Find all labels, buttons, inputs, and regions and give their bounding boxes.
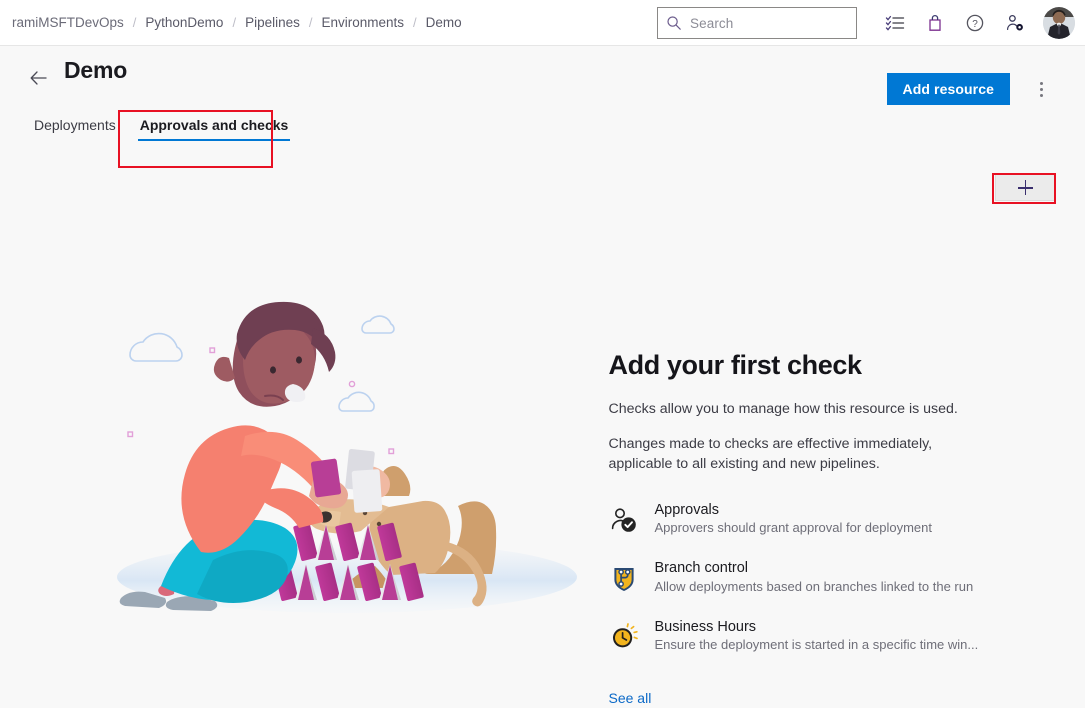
- help-question-icon[interactable]: ?: [958, 6, 992, 40]
- empty-state-paragraph-1: Checks allow you to manage how this reso…: [609, 399, 969, 420]
- see-all-link[interactable]: See all: [609, 690, 652, 706]
- search-icon: [666, 15, 682, 31]
- kebab-dot: [1040, 94, 1043, 97]
- svg-text:?: ?: [972, 19, 978, 30]
- approvals-person-check-icon: [609, 505, 639, 535]
- check-type-description: Approvers should grant approval for depl…: [655, 520, 933, 535]
- check-type-name: Business Hours: [655, 619, 757, 635]
- breadcrumb-item-project[interactable]: PythonDemo: [137, 0, 231, 46]
- top-header-bar: ramiMSFTDevOps / PythonDemo / Pipelines …: [0, 0, 1085, 46]
- add-resource-button[interactable]: Add resource: [887, 73, 1010, 105]
- card-house-person-dog-illustration: [117, 284, 587, 684]
- search-input[interactable]: Search: [657, 7, 857, 39]
- check-type-name: Approvals: [655, 502, 719, 518]
- search-placeholder: Search: [690, 16, 733, 31]
- business-hours-clock-icon: [609, 622, 639, 652]
- page-body: Demo Add resource Deployments Approvals …: [0, 47, 1085, 689]
- user-settings-icon[interactable]: [998, 6, 1032, 40]
- check-type-text: Business Hours Ensure the deployment is …: [655, 618, 969, 654]
- kebab-dot: [1040, 82, 1043, 85]
- page-header: Demo Add resource: [0, 47, 1085, 109]
- tab-list: Deployments Approvals and checks: [22, 107, 300, 145]
- tab-deployments[interactable]: Deployments: [22, 107, 128, 145]
- breadcrumb-item-organization[interactable]: ramiMSFTDevOps: [10, 0, 132, 46]
- check-type-name: Branch control: [655, 560, 749, 576]
- check-type-text: Approvals Approvers should grant approva…: [655, 501, 969, 537]
- add-check-button[interactable]: [995, 174, 1055, 201]
- back-arrow-icon[interactable]: [28, 67, 50, 89]
- check-type-text: Branch control Allow deployments based o…: [655, 559, 969, 595]
- empty-state: Add your first check Checks allow you to…: [0, 242, 1085, 692]
- plus-icon: [1018, 180, 1033, 195]
- empty-state-paragraph-2: Changes made to checks are effective imm…: [609, 434, 969, 475]
- check-type-approvals[interactable]: Approvals Approvers should grant approva…: [609, 501, 969, 537]
- empty-state-info: Add your first check Checks allow you to…: [609, 350, 969, 708]
- check-type-description: Allow deployments based on branches link…: [655, 579, 974, 594]
- check-type-business-hours[interactable]: Business Hours Ensure the deployment is …: [609, 618, 969, 654]
- branch-control-shield-icon: [609, 563, 639, 593]
- breadcrumb-item-pipelines[interactable]: Pipelines: [237, 0, 308, 46]
- breadcrumb-item-environments[interactable]: Environments: [313, 0, 412, 46]
- page-title: Demo: [64, 57, 127, 84]
- check-type-branch-control[interactable]: Branch control Allow deployments based o…: [609, 559, 969, 595]
- kebab-dot: [1040, 88, 1043, 91]
- empty-state-heading: Add your first check: [609, 350, 969, 381]
- checklist-icon[interactable]: [878, 6, 912, 40]
- user-avatar[interactable]: [1043, 7, 1075, 39]
- breadcrumb: ramiMSFTDevOps / PythonDemo / Pipelines …: [10, 0, 470, 46]
- shopping-bag-icon[interactable]: [918, 6, 952, 40]
- check-type-description: Ensure the deployment is started in a sp…: [655, 637, 979, 652]
- more-actions-button[interactable]: [1027, 75, 1055, 103]
- header-actions: Search: [657, 0, 1081, 46]
- breadcrumb-item-demo[interactable]: Demo: [418, 0, 470, 46]
- tab-approvals-and-checks[interactable]: Approvals and checks: [128, 107, 301, 145]
